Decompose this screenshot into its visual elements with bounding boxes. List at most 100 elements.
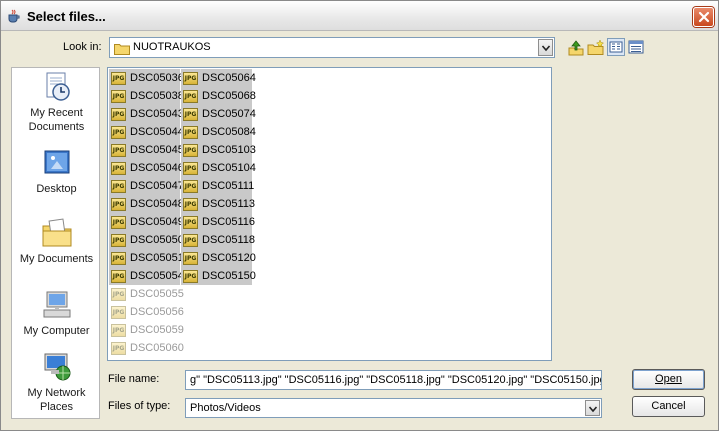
file-item[interactable]: JPG DSC05050 [109, 231, 184, 249]
file-item[interactable]: JPG DSC05056 [109, 303, 184, 321]
file-item[interactable]: JPG DSC05084 [181, 123, 256, 141]
look-in-combo[interactable]: NUOTRAUKOS [109, 37, 555, 58]
jpg-file-icon: JPG [111, 198, 126, 211]
file-item[interactable]: JPG DSC05074 [181, 105, 256, 123]
look-in-value: NUOTRAUKOS [133, 41, 211, 53]
file-name: DSC05045 [130, 144, 184, 156]
my-documents-icon [42, 218, 71, 247]
file-name: DSC05074 [202, 108, 256, 120]
file-item[interactable]: JPG DSC05064 [181, 69, 256, 87]
file-name: DSC05055 [130, 288, 184, 300]
jpg-file-icon: JPG [111, 180, 126, 193]
jpg-file-icon: JPG [111, 252, 126, 265]
place-my-computer[interactable]: My Computer [12, 289, 101, 338]
jpg-icon-text: JPG [184, 201, 197, 208]
file-name: DSC05056 [130, 306, 184, 318]
file-item[interactable]: JPG DSC05104 [181, 159, 256, 177]
file-type-value: Photos/Videos [190, 402, 261, 414]
title-bar[interactable]: Select files... [1, 1, 718, 31]
file-item[interactable]: JPG DSC05116 [181, 213, 255, 231]
file-item[interactable]: JPG DSC05068 [181, 87, 256, 105]
look-in-dropdown-arrow[interactable] [538, 39, 553, 56]
my-computer-icon [43, 291, 70, 318]
file-name: DSC05084 [202, 126, 256, 138]
file-item[interactable]: JPG DSC05060 [109, 339, 184, 357]
file-item[interactable]: JPG DSC05038 [109, 87, 184, 105]
file-item[interactable]: JPG DSC05047 [109, 177, 184, 195]
jpg-file-icon: JPG [111, 162, 126, 175]
jpg-file-icon: JPG [183, 144, 198, 157]
jpg-file-icon: JPG [111, 324, 126, 337]
file-item[interactable]: JPG DSC05118 [181, 231, 255, 249]
jpg-file-icon: JPG [111, 234, 126, 247]
file-item[interactable]: JPG DSC05043 [109, 105, 184, 123]
chevron-down-icon [589, 406, 597, 413]
jpg-file-icon: JPG [111, 216, 126, 229]
file-item[interactable]: JPG DSC05051 [109, 249, 184, 267]
jpg-file-icon: JPG [183, 126, 198, 139]
jpg-icon-text: JPG [112, 255, 125, 262]
file-column-1: JPG DSC05036 JPG DSC05038 JPG DSC05043 JPG DSC0… [109, 69, 184, 357]
jpg-file-icon: JPG [183, 108, 198, 121]
file-item[interactable]: JPG DSC05048 [109, 195, 184, 213]
jpg-icon-text: JPG [184, 129, 197, 136]
jpg-file-icon: JPG [183, 198, 198, 211]
place-network-places[interactable]: My Network Places [12, 351, 101, 414]
up-folder-icon [568, 40, 584, 56]
jpg-file-icon: JPG [111, 270, 126, 283]
file-name: DSC05059 [130, 324, 184, 336]
place-my-documents[interactable]: My Documents [12, 217, 101, 266]
new-folder-button[interactable] [587, 39, 605, 57]
file-item[interactable]: JPG DSC05120 [181, 249, 256, 267]
file-item[interactable]: JPG DSC05049 [109, 213, 184, 231]
jpg-file-icon: JPG [111, 144, 126, 157]
chevron-down-icon [542, 45, 550, 52]
list-view-button[interactable] [607, 38, 625, 56]
file-name: DSC05054 [130, 270, 184, 282]
jpg-icon-text: JPG [184, 75, 197, 82]
file-list[interactable]: JPG DSC05036 JPG DSC05038 JPG DSC05043 JPG DSC0… [107, 67, 552, 361]
java-cup-icon [7, 9, 21, 23]
file-type-label: Files of type: [108, 400, 171, 412]
file-item[interactable]: JPG DSC05059 [109, 321, 184, 339]
place-desktop[interactable]: Desktop [12, 147, 101, 196]
file-item[interactable]: JPG DSC05045 [109, 141, 184, 159]
file-item[interactable]: JPG DSC05036 [109, 69, 184, 87]
file-name: DSC05104 [202, 162, 256, 174]
file-name: DSC05050 [130, 234, 184, 246]
file-name: DSC05046 [130, 162, 184, 174]
file-name: DSC05116 [202, 216, 255, 228]
file-item[interactable]: JPG DSC05046 [109, 159, 184, 177]
file-name-input[interactable]: g" "DSC05113.jpg" "DSC05116.jpg" "DSC051… [185, 370, 602, 390]
place-recent-documents[interactable]: My Recent Documents [12, 71, 101, 134]
jpg-icon-text: JPG [184, 111, 197, 118]
file-item[interactable]: JPG DSC05044 [109, 123, 184, 141]
file-item[interactable]: JPG DSC05113 [181, 195, 255, 213]
jpg-file-icon: JPG [183, 234, 198, 247]
list-view-icon [609, 41, 623, 53]
jpg-file-icon: JPG [111, 72, 126, 85]
jpg-file-icon: JPG [111, 342, 126, 355]
file-item[interactable]: JPG DSC05111 [181, 177, 254, 195]
jpg-icon-text: JPG [184, 237, 197, 244]
file-name: DSC05047 [130, 180, 184, 192]
open-button[interactable]: Open [632, 369, 705, 390]
file-type-combo[interactable]: Photos/Videos [185, 398, 602, 418]
jpg-icon-text: JPG [184, 165, 197, 172]
file-item[interactable]: JPG DSC05054 [109, 267, 184, 285]
up-one-level-button[interactable] [567, 39, 585, 57]
file-item[interactable]: JPG DSC05103 [181, 141, 256, 159]
jpg-file-icon: JPG [183, 72, 198, 85]
file-name: DSC05068 [202, 90, 256, 102]
close-button[interactable] [693, 7, 714, 27]
file-name: DSC05150 [202, 270, 256, 282]
file-item[interactable]: JPG DSC05055 [109, 285, 184, 303]
file-item[interactable]: JPG DSC05150 [181, 267, 256, 285]
jpg-icon-text: JPG [112, 201, 125, 208]
details-view-button[interactable] [627, 38, 645, 56]
jpg-icon-text: JPG [112, 75, 125, 82]
cancel-button[interactable]: Cancel [632, 396, 705, 417]
file-name: DSC05049 [130, 216, 184, 228]
jpg-icon-text: JPG [112, 129, 125, 136]
file-type-dropdown-arrow[interactable] [585, 400, 600, 416]
